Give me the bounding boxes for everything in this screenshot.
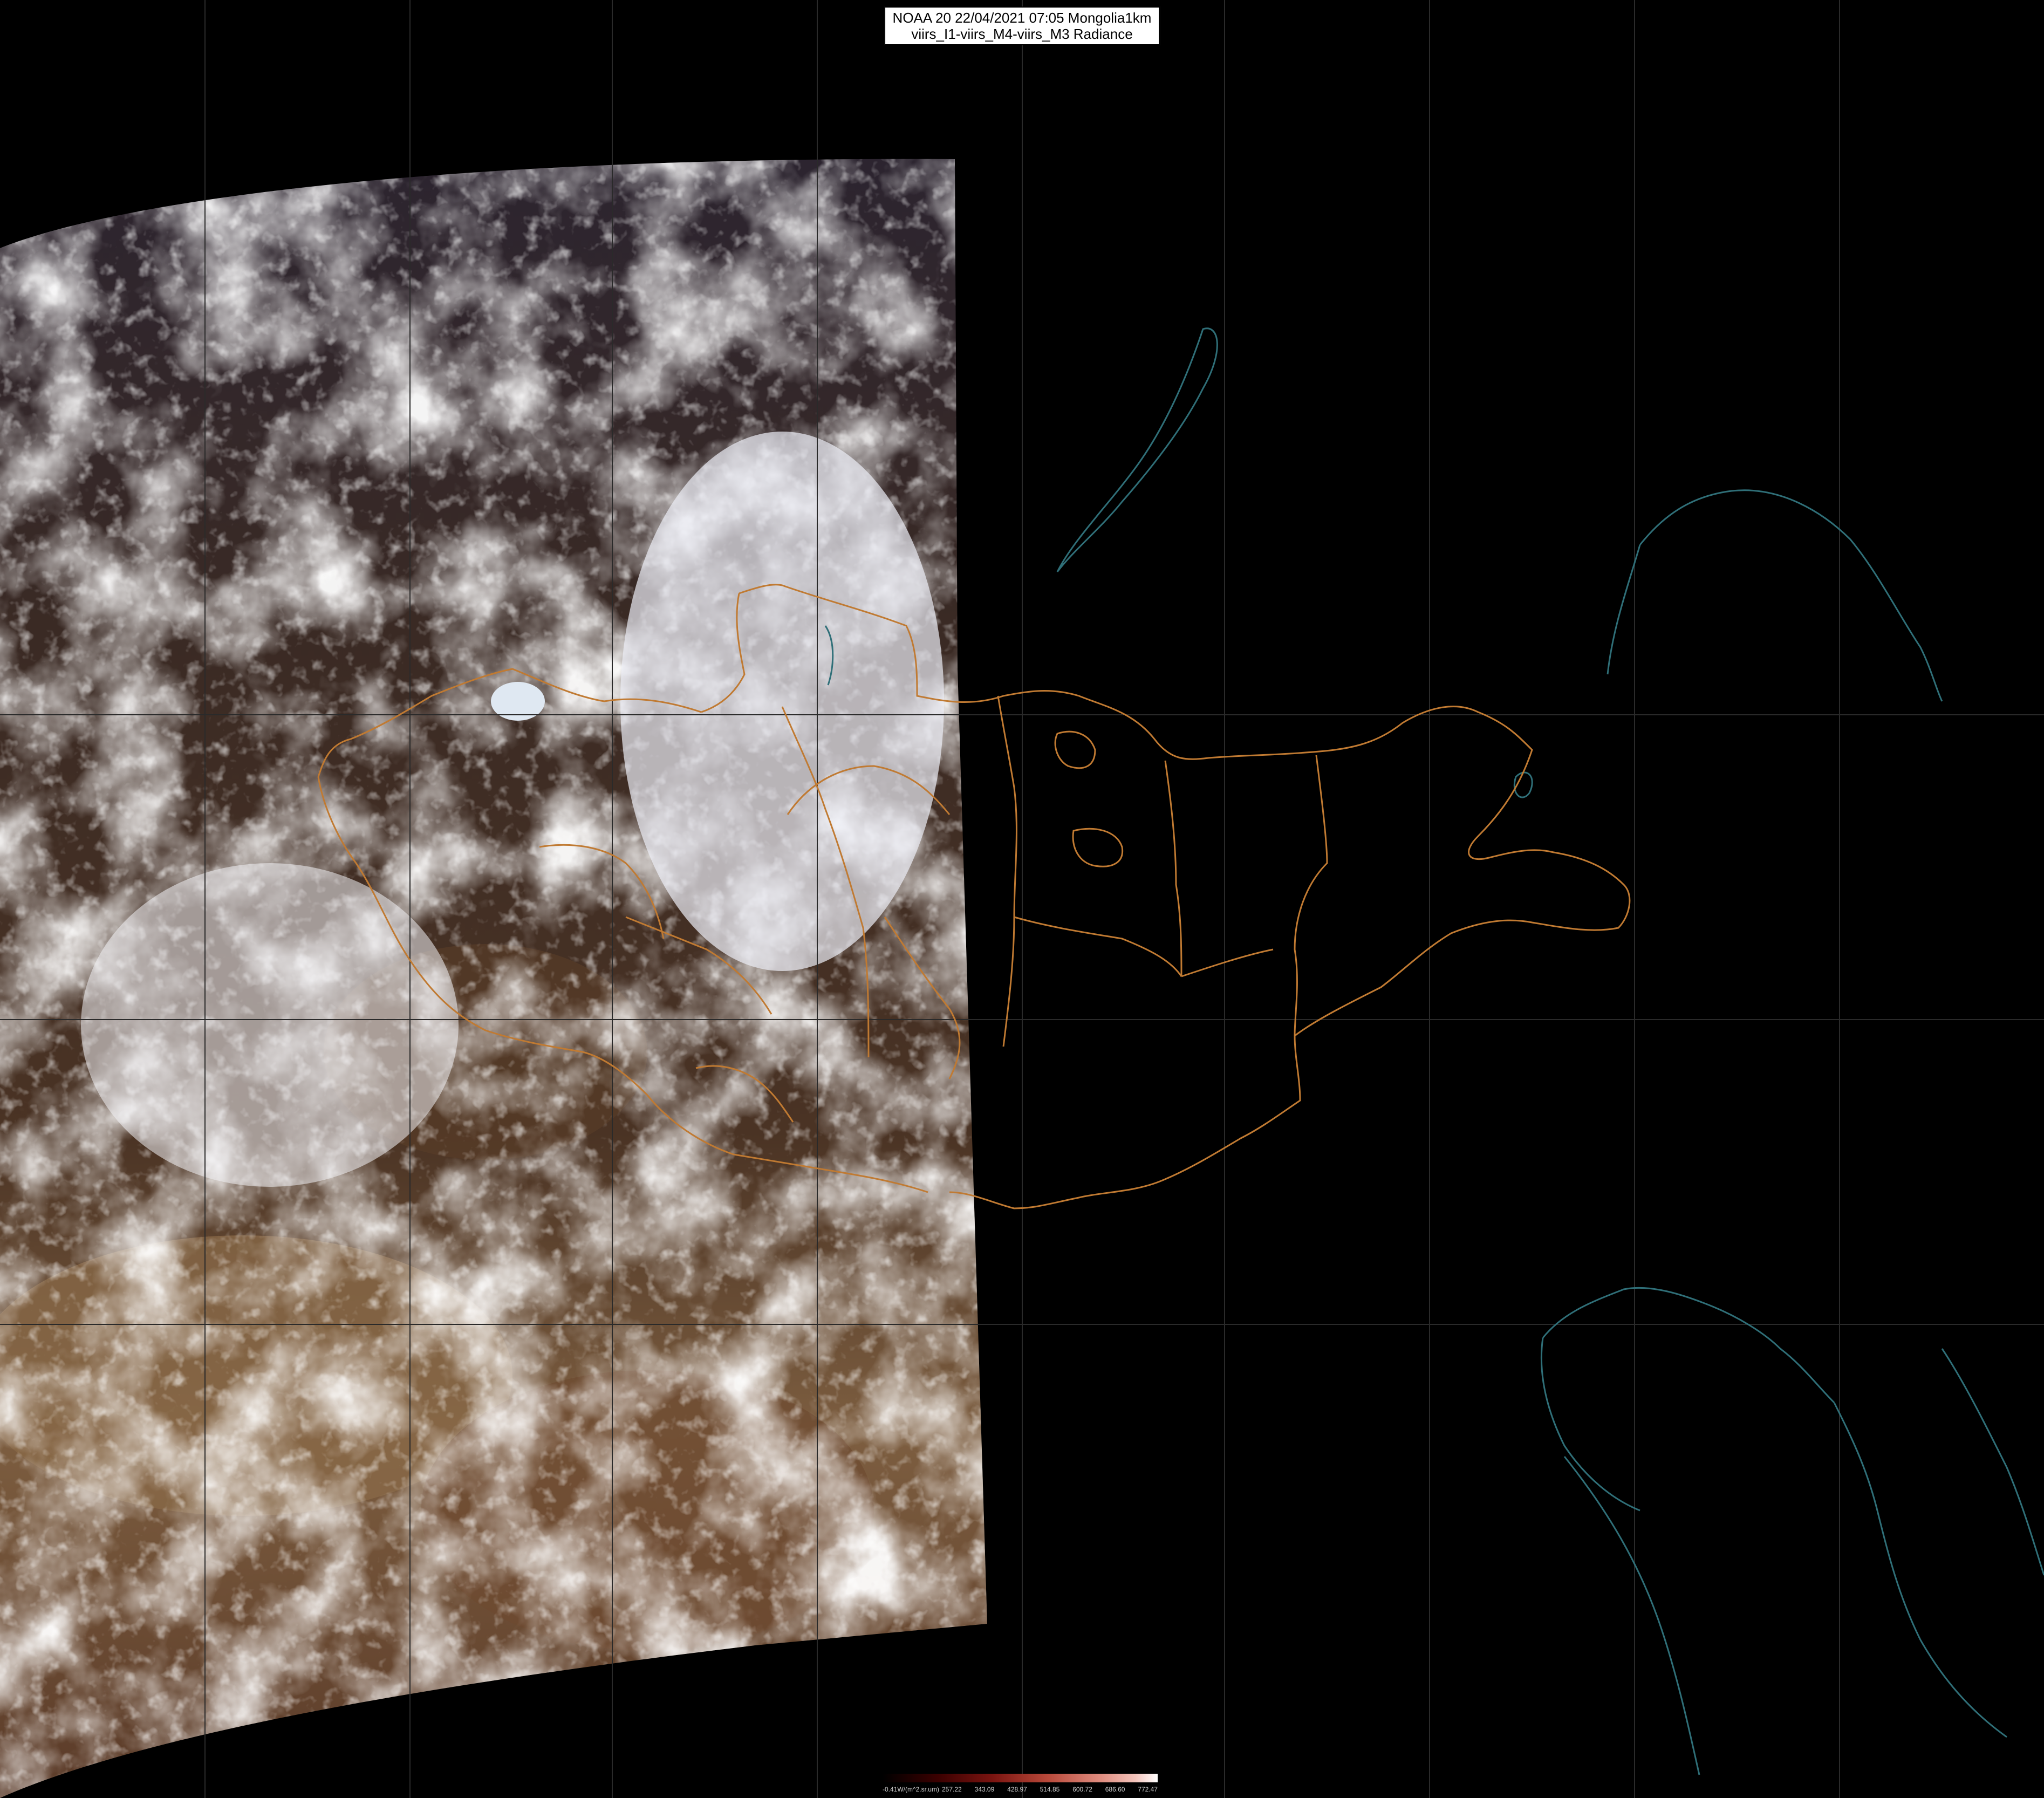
legend-tick-labels: 257.22 343.09 428.97 514.85 600.72 686.6… <box>942 1786 1158 1793</box>
legend-tick: 772.47 <box>1138 1786 1158 1793</box>
title-line-2: viirs_I1-viirs_M4-viirs_M3 Radiance <box>911 26 1133 42</box>
satellite-swath <box>0 159 987 1798</box>
radiance-legend: -0.41W/(m^2.sr.um) 257.22 343.09 428.97 … <box>883 1774 1158 1795</box>
title-line-1: NOAA 20 22/04/2021 07:05 Mongolia1km <box>892 10 1152 26</box>
legend-tick: 686.60 <box>1105 1786 1125 1793</box>
legend-tick: 257.22 <box>942 1786 962 1793</box>
legend-unit-label: -0.41W/(m^2.sr.um) <box>883 1786 939 1793</box>
legend-tick: 514.85 <box>1040 1786 1060 1793</box>
image-title: NOAA 20 22/04/2021 07:05 Mongolia1km vii… <box>884 6 1160 45</box>
legend-color-bar <box>883 1774 1158 1782</box>
legend-tick: 600.72 <box>1072 1786 1092 1793</box>
legend-tick: 428.97 <box>1007 1786 1027 1793</box>
satellite-image <box>0 0 2044 1798</box>
legend-tick: 343.09 <box>974 1786 995 1793</box>
